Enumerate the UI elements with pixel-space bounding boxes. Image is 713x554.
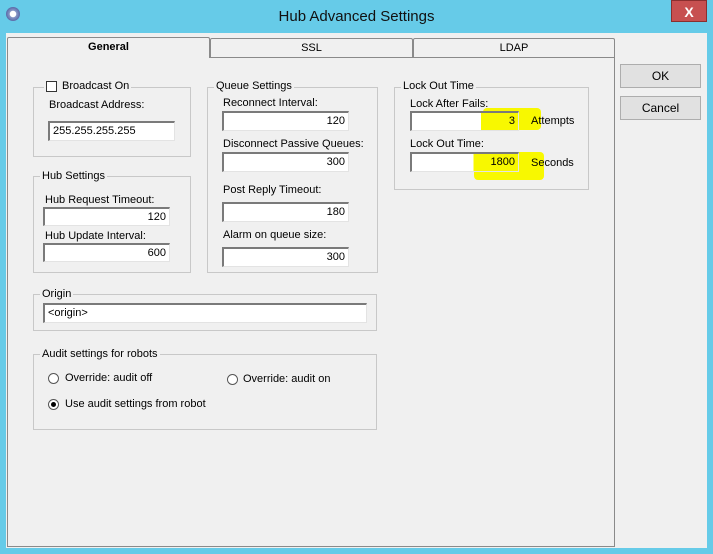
close-button[interactable]: X [671, 0, 707, 22]
lock-out-time-label: Lock Out Time: [410, 138, 484, 150]
window-title: Hub Advanced Settings [278, 8, 435, 25]
hub-update-interval-label: Hub Update Interval: [45, 230, 146, 242]
audit-robot-label[interactable]: Use audit settings from robot [65, 398, 206, 410]
hub-request-timeout-input[interactable]: 120 [43, 207, 170, 226]
lock-after-fails-input[interactable]: 3 [410, 111, 519, 131]
lock-after-fails-label: Lock After Fails: [410, 98, 489, 110]
post-reply-timeout-label: Post Reply Timeout: [223, 184, 322, 196]
audit-robot-radio[interactable] [48, 399, 59, 410]
audit-on-radio[interactable] [227, 374, 238, 385]
broadcast-legend: Broadcast On [44, 80, 132, 92]
broadcast-on-checkbox[interactable] [46, 80, 57, 92]
lock-out-time-input[interactable]: 1800 [410, 152, 519, 172]
audit-off-radio[interactable] [48, 373, 59, 384]
broadcast-address-label: Broadcast Address: [49, 99, 145, 111]
lock-out-legend: Lock Out Time [401, 80, 476, 92]
ok-button[interactable]: OK [620, 64, 701, 88]
audit-on-label[interactable]: Override: audit on [243, 373, 330, 385]
tab-ssl[interactable]: SSL [210, 38, 413, 57]
tab-general[interactable]: General [7, 37, 210, 58]
hub-settings-legend: Hub Settings [40, 170, 107, 182]
reconnect-interval-input[interactable]: 120 [222, 111, 349, 131]
alarm-queue-size-label: Alarm on queue size: [223, 229, 327, 241]
origin-input[interactable]: <origin> [43, 303, 367, 323]
audit-off-label[interactable]: Override: audit off [65, 372, 152, 384]
attempts-unit-label: Attempts [531, 115, 575, 127]
reconnect-interval-label: Reconnect Interval: [223, 97, 318, 109]
tab-ldap[interactable]: LDAP [413, 38, 615, 57]
broadcast-address-input[interactable]: 255.255.255.255 [48, 121, 175, 141]
hub-update-interval-input[interactable]: 600 [43, 243, 170, 262]
queue-settings-legend: Queue Settings [214, 80, 294, 92]
audit-legend: Audit settings for robots [40, 348, 160, 360]
origin-legend: Origin [40, 288, 74, 300]
disconnect-passive-input[interactable]: 300 [222, 152, 349, 172]
post-reply-timeout-input[interactable]: 180 [222, 202, 349, 222]
audit-group [33, 354, 377, 430]
seconds-unit-label: Seconds [531, 157, 574, 169]
alarm-queue-size-input[interactable]: 300 [222, 247, 349, 267]
cancel-button[interactable]: Cancel [620, 96, 701, 120]
disconnect-passive-label: Disconnect Passive Queues: [223, 138, 364, 150]
broadcast-on-label: Broadcast On [62, 80, 130, 92]
hub-request-timeout-label: Hub Request Timeout: [45, 194, 155, 206]
